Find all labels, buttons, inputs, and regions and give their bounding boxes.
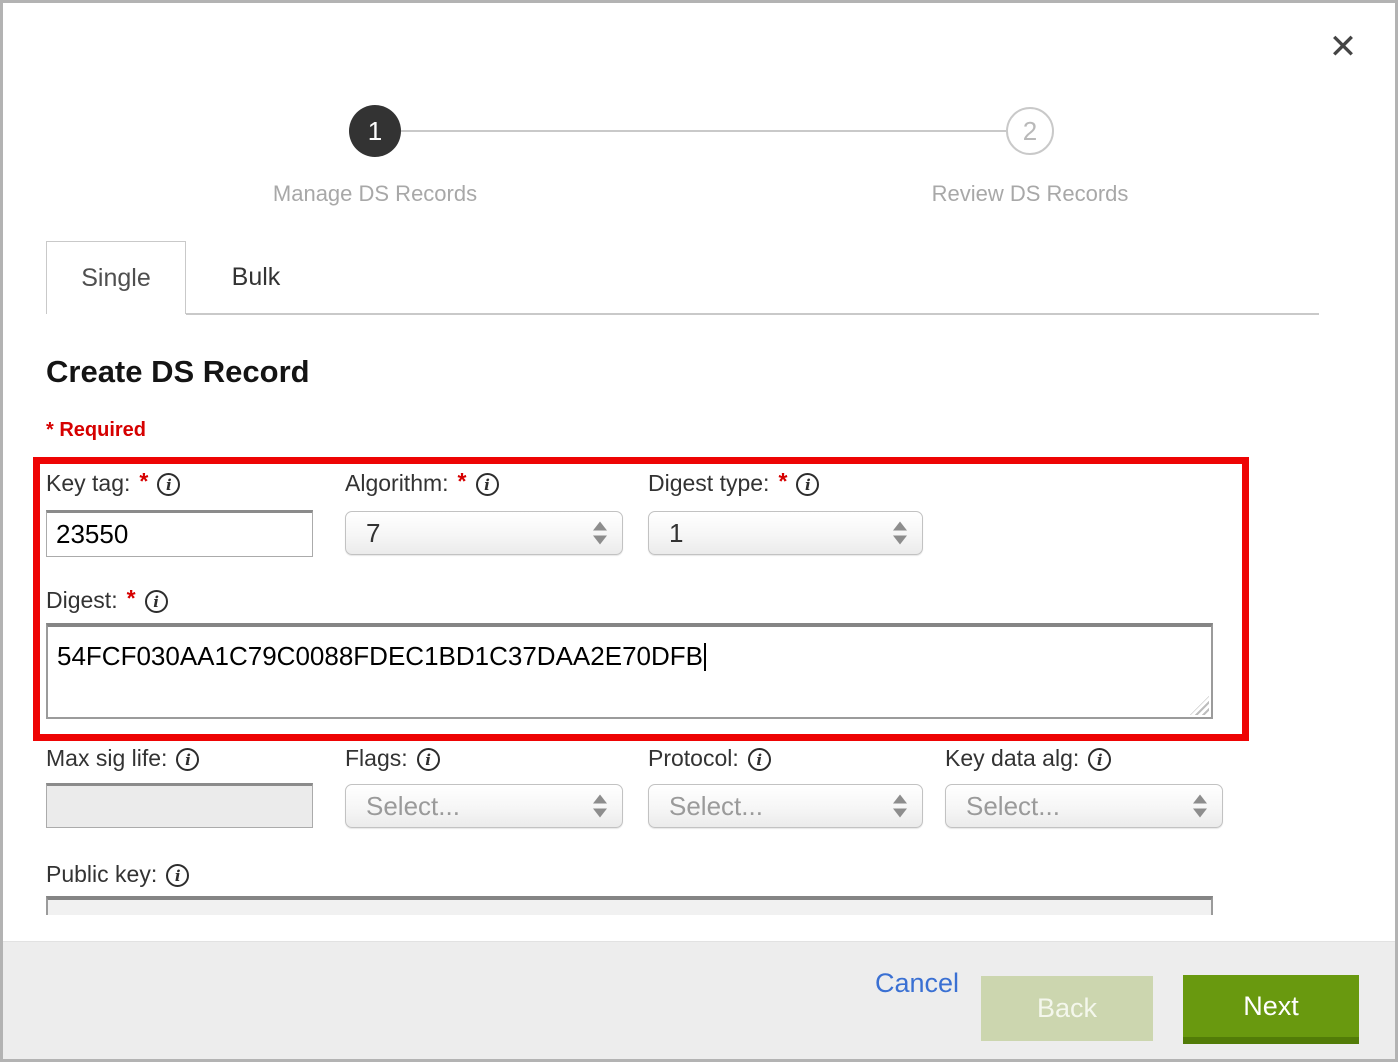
- create-ds-record-modal: ✕ 1 2 Manage DS Records Review DS Record…: [0, 0, 1398, 1062]
- algorithm-select[interactable]: 7: [345, 511, 623, 555]
- next-button[interactable]: Next: [1183, 975, 1359, 1044]
- cancel-button[interactable]: Cancel: [875, 968, 959, 999]
- tab-single[interactable]: Single: [46, 241, 186, 314]
- digest-label: Digest: * i: [46, 587, 168, 614]
- info-icon[interactable]: i: [145, 590, 168, 613]
- digest-type-label: Digest type: * i: [648, 470, 819, 497]
- protocol-label: Protocol: i: [648, 745, 771, 772]
- required-note: * Required: [46, 419, 146, 442]
- info-icon[interactable]: i: [1088, 748, 1111, 771]
- digest-type-label-text: Digest type:: [648, 470, 769, 497]
- public-key-textarea[interactable]: [46, 896, 1213, 915]
- digest-type-select-value: 1: [669, 518, 683, 549]
- info-icon[interactable]: i: [176, 748, 199, 771]
- public-key-label-text: Public key:: [46, 861, 157, 888]
- select-arrows-icon: [893, 795, 907, 818]
- info-icon[interactable]: i: [417, 748, 440, 771]
- select-arrows-icon: [893, 522, 907, 545]
- key-data-alg-select-value: Select...: [966, 791, 1060, 822]
- modal-footer: Cancel Back Next: [3, 941, 1395, 1059]
- key-tag-label-text: Key tag:: [46, 470, 130, 497]
- key-tag-input[interactable]: [46, 510, 313, 557]
- protocol-label-text: Protocol:: [648, 745, 739, 772]
- info-icon[interactable]: i: [476, 473, 499, 496]
- select-arrows-icon: [593, 522, 607, 545]
- key-tag-label: Key tag: * i: [46, 470, 180, 497]
- select-arrows-icon: [593, 795, 607, 818]
- info-icon[interactable]: i: [166, 864, 189, 887]
- key-data-alg-select[interactable]: Select...: [945, 784, 1223, 828]
- back-button[interactable]: Back: [981, 976, 1153, 1041]
- flags-select-value: Select...: [366, 791, 460, 822]
- required-asterisk: *: [458, 468, 467, 495]
- flags-label-text: Flags:: [345, 745, 408, 772]
- page-title: Create DS Record: [46, 354, 310, 390]
- step-connector-line: [401, 130, 1008, 132]
- step-2-label: Review DS Records: [880, 181, 1180, 207]
- algorithm-select-value: 7: [366, 518, 380, 549]
- protocol-select-value: Select...: [669, 791, 763, 822]
- max-sig-life-label-text: Max sig life:: [46, 745, 167, 772]
- digest-value: 54FCF030AA1C79C0088FDEC1BD1C37DAA2E70DFB: [57, 641, 703, 671]
- algorithm-label-text: Algorithm:: [345, 470, 449, 497]
- key-data-alg-label-text: Key data alg:: [945, 745, 1079, 772]
- step-2-indicator: 2: [1006, 107, 1054, 155]
- key-data-alg-label: Key data alg: i: [945, 745, 1111, 772]
- public-key-label: Public key: i: [46, 861, 189, 888]
- info-icon[interactable]: i: [748, 748, 771, 771]
- digest-textarea[interactable]: 54FCF030AA1C79C0088FDEC1BD1C37DAA2E70DFB: [46, 623, 1213, 719]
- tab-bulk[interactable]: Bulk: [187, 241, 325, 314]
- required-asterisk: *: [778, 468, 787, 495]
- info-icon[interactable]: i: [796, 473, 819, 496]
- flags-label: Flags: i: [345, 745, 440, 772]
- algorithm-label: Algorithm: * i: [345, 470, 499, 497]
- required-asterisk: *: [127, 585, 136, 612]
- digest-label-text: Digest:: [46, 587, 118, 614]
- select-arrows-icon: [1193, 795, 1207, 818]
- step-1-indicator: 1: [349, 105, 401, 157]
- close-button[interactable]: ✕: [1321, 25, 1365, 69]
- close-icon: ✕: [1329, 27, 1358, 67]
- required-asterisk: *: [139, 468, 148, 495]
- info-icon[interactable]: i: [157, 473, 180, 496]
- max-sig-life-label: Max sig life: i: [46, 745, 199, 772]
- digest-type-select[interactable]: 1: [648, 511, 923, 555]
- tab-divider: [186, 313, 1319, 315]
- max-sig-life-input[interactable]: [46, 783, 313, 828]
- step-1-label: Manage DS Records: [225, 181, 525, 207]
- protocol-select[interactable]: Select...: [648, 784, 923, 828]
- resize-handle[interactable]: [1190, 696, 1209, 715]
- text-caret: [704, 643, 706, 671]
- flags-select[interactable]: Select...: [345, 784, 623, 828]
